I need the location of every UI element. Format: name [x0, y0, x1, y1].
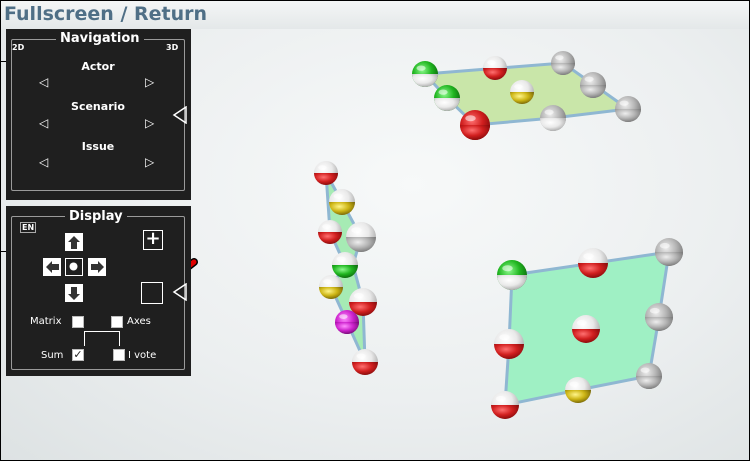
mode-3d-toggle[interactable]: 3D — [166, 43, 178, 52]
arrow-right-icon — [91, 261, 104, 273]
arrow-up-icon — [68, 236, 80, 249]
actor-ball[interactable] — [434, 85, 460, 111]
move-left-button[interactable] — [43, 258, 61, 276]
actor-ball[interactable] — [319, 275, 343, 299]
matrix-label: Matrix — [30, 316, 62, 327]
language-toggle[interactable]: EN — [20, 222, 37, 233]
actor-ball[interactable] — [483, 56, 507, 80]
actor-ball[interactable] — [540, 105, 566, 131]
display-panel: Display EN + Matrix Axes Sum ✓ I vote — [6, 206, 191, 376]
actor-ball[interactable] — [491, 391, 519, 419]
scenario-label: Scenario — [71, 100, 125, 113]
move-right-button[interactable] — [88, 258, 106, 276]
sum-checkbox[interactable]: ✓ — [72, 349, 84, 361]
actor-ball[interactable] — [655, 238, 683, 266]
actor-prev-button[interactable]: ◁ — [39, 76, 48, 88]
scenario-next-button[interactable]: ▷ — [145, 117, 154, 129]
triangle-left-icon[interactable] — [172, 283, 188, 301]
issue-next-button[interactable]: ▷ — [145, 156, 154, 168]
issue-prev-button[interactable]: ◁ — [39, 156, 48, 168]
actor-ball[interactable] — [318, 220, 342, 244]
plus-icon: + — [145, 228, 161, 249]
move-up-button[interactable] — [65, 233, 83, 251]
link-bracket — [84, 331, 120, 346]
axes-checkbox[interactable] — [111, 316, 123, 328]
actor-ball[interactable] — [335, 310, 359, 334]
actor-ball[interactable] — [497, 260, 527, 290]
fullscreen-return-link[interactable]: Fullscreen / Return — [4, 3, 207, 25]
scenario-prev-button[interactable]: ◁ — [39, 117, 48, 129]
title-bar: Fullscreen / Return — [1, 1, 749, 29]
arrow-down-icon — [68, 287, 80, 300]
actor-ball[interactable] — [494, 329, 524, 359]
move-down-button[interactable] — [65, 284, 83, 302]
actor-ball[interactable] — [551, 51, 575, 75]
actor-ball[interactable] — [615, 96, 641, 122]
actor-ball[interactable] — [565, 377, 591, 403]
app-frame: Fullscreen / Return Navigation 2D 3D Act… — [0, 0, 750, 461]
zoom-in-button[interactable]: + — [143, 230, 163, 250]
actor-ball[interactable] — [645, 303, 673, 331]
actor-ball[interactable] — [346, 222, 376, 252]
triangle-left-icon[interactable] — [172, 106, 188, 124]
navigation-panel: Navigation 2D 3D Actor ◁ ▷ Scenario ◁ ▷ … — [6, 29, 191, 200]
matrix-checkbox[interactable] — [72, 316, 84, 328]
actor-ball[interactable] — [510, 80, 534, 104]
actor-ball[interactable] — [572, 315, 600, 343]
navigation-legend: Navigation — [56, 31, 144, 46]
actor-ball[interactable] — [580, 72, 606, 98]
actor-ball[interactable] — [352, 349, 378, 375]
issue-label: Issue — [81, 140, 115, 153]
axes-label: Axes — [127, 316, 151, 327]
actor-ball[interactable] — [332, 252, 358, 278]
actor-ball[interactable] — [578, 248, 608, 278]
center-button[interactable] — [65, 258, 83, 276]
mode-2d-toggle[interactable]: 2D — [12, 43, 24, 52]
arrow-left-icon — [46, 261, 59, 273]
actor-ball[interactable] — [460, 110, 490, 140]
actor-ball[interactable] — [329, 189, 355, 215]
actor-ball[interactable] — [412, 61, 438, 87]
actor-label: Actor — [81, 60, 115, 73]
ivote-checkbox[interactable] — [113, 349, 125, 361]
sum-label: Sum — [41, 350, 64, 361]
ivote-label: I vote — [128, 350, 157, 361]
zoom-out-button[interactable] — [141, 282, 163, 304]
center-dot-icon — [69, 262, 78, 271]
display-legend: Display — [65, 209, 127, 224]
actor-next-button[interactable]: ▷ — [145, 76, 154, 88]
actor-ball[interactable] — [636, 363, 662, 389]
actor-ball[interactable] — [314, 161, 338, 185]
